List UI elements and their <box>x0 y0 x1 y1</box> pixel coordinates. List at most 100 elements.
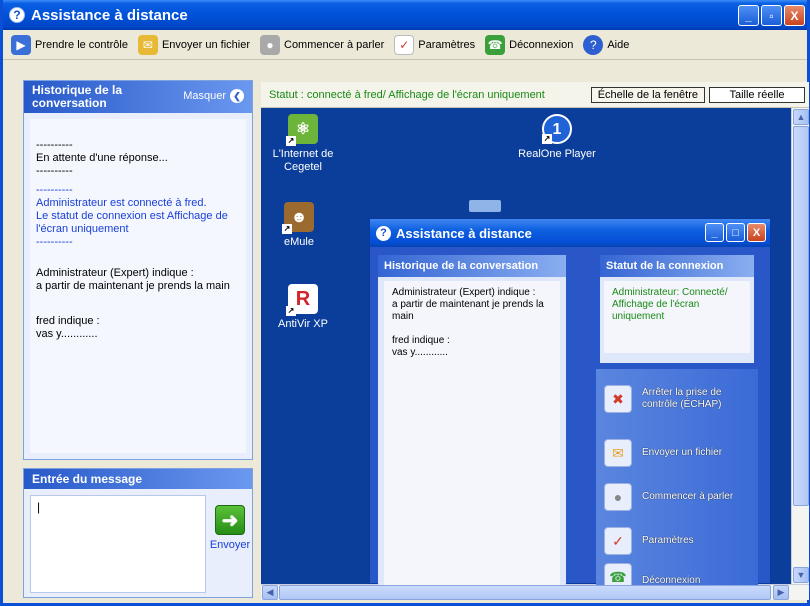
inner-history-panel: Historique de la conversation Administra… <box>378 255 566 585</box>
desktop-icon-emule[interactable]: ☻ eMule <box>261 202 339 249</box>
remote-assistance-window: ? Assistance à distance _ ▫ X ▶ Prendre … <box>0 0 810 606</box>
microphone-icon: ● <box>604 483 632 511</box>
remote-status-bar: Statut : connecté à fred/ Affichage de l… <box>261 82 809 108</box>
admin-message: a partir de maintenant je prends la main <box>392 299 544 322</box>
horizontal-scrollbar[interactable]: ◀ ▶ <box>261 584 809 600</box>
restore-button[interactable]: ▫ <box>761 5 782 26</box>
inner-talk-label: Commencer à parler <box>642 491 734 502</box>
remote-inner-window: ? Assistance à distance _ □ X Historique… <box>369 218 771 585</box>
inner-window-controls: _ □ X <box>705 223 766 242</box>
stop-control-action[interactable]: ✖ Arrêter la prise de contrôle (ÉCHAP) <box>596 373 758 425</box>
send-file-icon: ✉ <box>604 439 632 467</box>
horizontal-scroll-thumb[interactable] <box>279 585 771 600</box>
connection-status-text: Le statut de connexion est Affichage de … <box>36 210 228 235</box>
window-controls: _ ▫ X <box>738 5 805 26</box>
message-input[interactable]: | <box>30 495 206 593</box>
inner-minimize-button[interactable]: _ <box>705 223 724 242</box>
window-title: Assistance à distance <box>31 6 188 24</box>
history-header: Historique de la conversation Masquer ❮ <box>24 81 252 113</box>
realone-icon: 1 <box>542 114 572 144</box>
desktop-icon-antivir[interactable]: R AntiVir XP <box>263 284 343 331</box>
stop-control-icon: ✖ <box>604 385 632 413</box>
inner-window-title: Assistance à distance <box>396 225 532 241</box>
send-file-button[interactable]: ✉ Envoyer un fichier <box>137 34 250 55</box>
settings-label: Paramètres <box>418 38 476 51</box>
vertical-scrollbar[interactable]: ▲ ▼ <box>791 108 809 584</box>
fred-sender: fred indique : <box>392 335 450 346</box>
inner-send-file-label: Envoyer un fichier <box>642 447 723 458</box>
send-label: Envoyer <box>209 539 251 551</box>
help-button[interactable]: ? Aide <box>583 34 630 55</box>
antivir-icon: R <box>286 284 318 316</box>
settings-icon: ✓ <box>394 34 415 55</box>
hide-label: Masquer <box>183 90 226 102</box>
take-control-label: Prendre le contrôle <box>35 38 128 51</box>
title-bar: ? Assistance à distance _ ▫ X <box>3 0 807 30</box>
hide-history-button[interactable]: Masquer ❮ <box>183 89 244 103</box>
inner-send-file-action[interactable]: ✉ Envoyer un fichier <box>596 431 758 475</box>
disconnect-icon: ☎ <box>485 34 506 55</box>
inner-connection-status-panel: Statut de la connexion Administrateur: C… <box>600 255 754 363</box>
disconnect-label: Déconnexion <box>509 38 574 51</box>
close-button[interactable]: X <box>784 5 805 26</box>
take-control-button[interactable]: ▶ Prendre le contrôle <box>11 34 128 55</box>
toolbar: ▶ Prendre le contrôle ✉ Envoyer un fichi… <box>3 30 807 60</box>
history-log: ---------- En attente d'une réponse... -… <box>30 119 246 453</box>
inner-close-button[interactable]: X <box>747 223 766 242</box>
help-circle-icon: ? <box>376 225 391 241</box>
arrow-right-icon: ➜ <box>215 505 245 535</box>
inner-talk-action[interactable]: ● Commencer à parler <box>596 475 758 519</box>
separator: ---------- <box>36 184 73 196</box>
admin-sender: Administrateur (Expert) indique : <box>36 267 194 279</box>
settings-button[interactable]: ✓ Paramètres <box>394 34 476 55</box>
inner-status-title: Statut de la connexion <box>600 255 754 277</box>
inner-history-title: Historique de la conversation <box>378 255 566 277</box>
separator: ---------- <box>36 165 73 177</box>
inner-disconnect-action[interactable]: ☎ Déconnexion <box>596 563 758 585</box>
help-icon: ? <box>583 34 604 55</box>
inner-maximize-button[interactable]: □ <box>726 223 745 242</box>
chevron-left-icon: ❮ <box>230 89 244 103</box>
scroll-up-icon[interactable]: ▲ <box>793 109 809 125</box>
conversation-history-panel: Historique de la conversation Masquer ❮ … <box>23 80 253 460</box>
vertical-scroll-thumb[interactable] <box>793 126 809 506</box>
start-talking-button[interactable]: ● Commencer à parler <box>260 34 384 55</box>
desktop-icon-label: RealOne Player <box>518 148 596 160</box>
scale-to-window-button[interactable]: Échelle de la fenêtre <box>590 86 705 103</box>
disconnect-icon: ☎ <box>604 563 632 585</box>
admin-message: a partir de maintenant je prends la main <box>36 280 230 292</box>
admin-sender: Administrateur (Expert) indique : <box>392 287 536 298</box>
history-title: Historique de la conversation <box>32 83 123 110</box>
fred-message: vas y............ <box>36 328 98 340</box>
separator: ---------- <box>36 236 73 248</box>
separator: ---------- <box>36 139 73 151</box>
scroll-down-icon[interactable]: ▼ <box>793 567 809 583</box>
send-button[interactable]: ➜ Envoyer <box>209 505 251 585</box>
desktop-icon-cegetel[interactable]: ⚛ L'Internet de Cegetel <box>263 114 343 174</box>
inner-status-text: Administrateur: Connecté/ Affichage de l… <box>604 281 750 353</box>
inner-settings-label: Paramètres <box>642 535 694 546</box>
desktop-icon-realone[interactable]: 1 RealOne Player <box>517 114 597 161</box>
send-file-label: Envoyer un fichier <box>161 38 250 51</box>
stop-control-label: Arrêter la prise de contrôle (ÉCHAP) <box>642 387 722 410</box>
desktop-icon-label: AntiVir XP <box>278 318 328 330</box>
help-circle-icon: ? <box>9 7 25 23</box>
connection-status: Statut : connecté à fred/ Affichage de l… <box>269 88 545 101</box>
message-entry-panel: Entrée du message | ➜ Envoyer <box>23 468 253 598</box>
inner-settings-action[interactable]: ✓ Paramètres <box>596 519 758 563</box>
minimize-button[interactable]: _ <box>738 5 759 26</box>
microphone-icon: ● <box>260 34 280 55</box>
scroll-left-icon[interactable]: ◀ <box>262 585 278 600</box>
actual-size-button[interactable]: Taille réelle <box>709 86 805 103</box>
help-label: Aide <box>607 38 630 51</box>
fred-sender: fred indique : <box>36 315 100 327</box>
fred-message: vas y............ <box>392 347 448 358</box>
disconnect-button[interactable]: ☎ Déconnexion <box>485 34 574 55</box>
scroll-right-icon[interactable]: ▶ <box>773 585 789 600</box>
desktop-icon-label: L'Internet de Cegetel <box>272 148 334 173</box>
partial-desktop-icon <box>469 200 501 212</box>
send-file-icon: ✉ <box>137 34 158 55</box>
cegetel-icon: ⚛ <box>286 114 318 146</box>
inner-disconnect-label: Déconnexion <box>642 575 701 585</box>
take-control-icon: ▶ <box>11 34 31 55</box>
